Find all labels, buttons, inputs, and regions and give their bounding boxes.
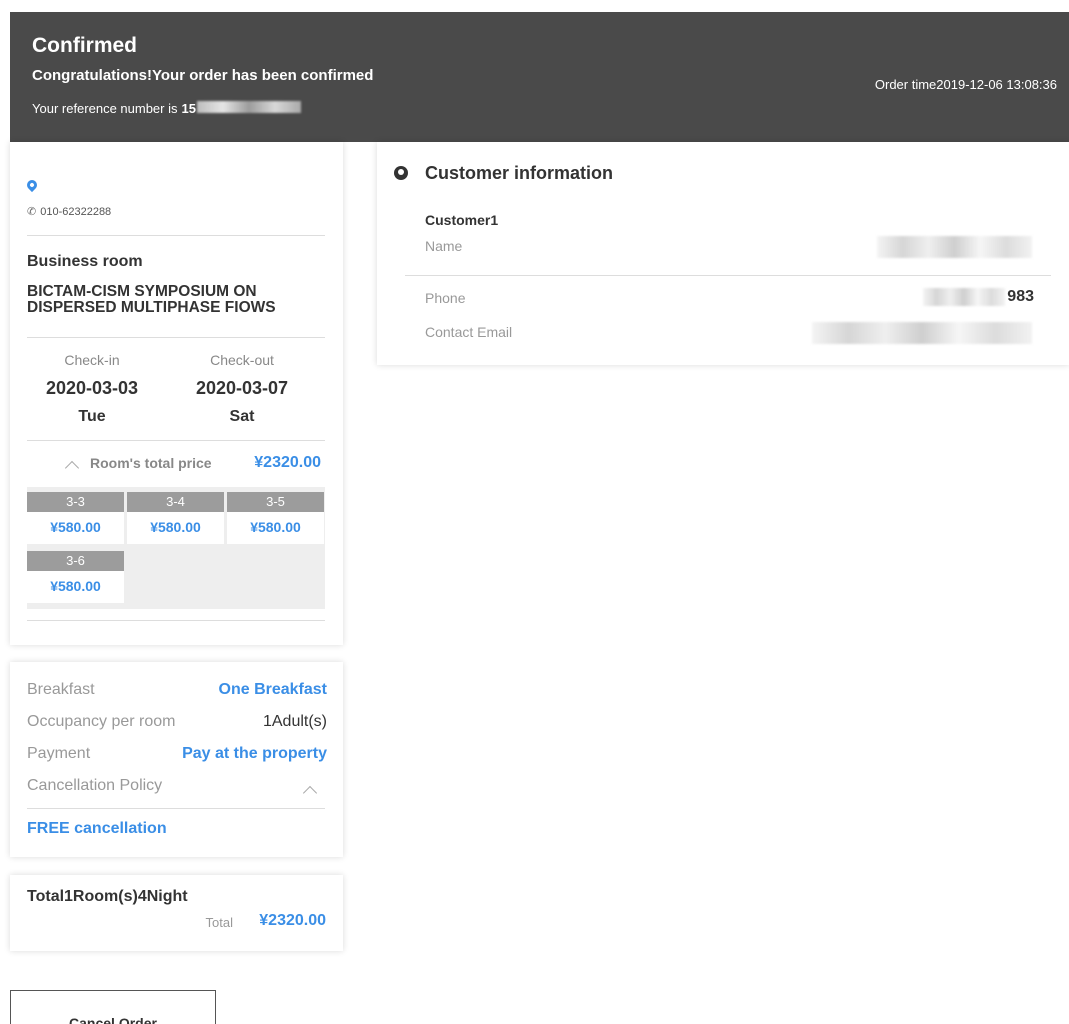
location-pin-icon[interactable] xyxy=(24,177,40,193)
divider xyxy=(27,808,325,809)
reference-number: Your reference number is 15 xyxy=(32,101,301,116)
customer-info-title: Customer information xyxy=(425,163,614,183)
phone-label: Phone xyxy=(425,290,466,306)
payment-row: Payment Pay at the property xyxy=(27,745,327,763)
room-summary-card: ✆ 010-62322288 Business room BICTAM-CISM … xyxy=(10,142,343,645)
email-label: Contact Email xyxy=(425,324,513,340)
order-status-banner: Confirmed Congratulations!Your order has… xyxy=(10,12,1069,142)
night-date: 3-5 xyxy=(227,492,324,512)
cancellation-label: Cancellation Policy xyxy=(27,777,163,794)
phone-suffix: 983 xyxy=(1007,288,1034,305)
phone-icon: ✆ xyxy=(27,206,37,218)
user-icon xyxy=(394,166,408,180)
checkin-label: Check-in xyxy=(64,352,120,368)
night-price-cell: 3-5 ¥580.00 xyxy=(227,492,324,544)
night-price: ¥580.00 xyxy=(50,519,101,535)
customer-name: Customer1 xyxy=(425,212,499,228)
hotel-name: BICTAM-CISM SYMPOSIUM ON DISPERSED MULTI… xyxy=(27,283,276,316)
reference-redacted xyxy=(196,101,301,113)
status-title: Confirmed xyxy=(32,34,137,57)
divider xyxy=(27,235,325,236)
phone-redacted xyxy=(923,288,1005,306)
cancel-order-button[interactable]: Cancel Order xyxy=(10,990,216,1024)
cancellation-row[interactable]: Cancellation Policy xyxy=(27,777,327,795)
name-redacted xyxy=(877,236,1032,258)
divider xyxy=(405,275,1051,276)
checkout-date: 2020-03-07 xyxy=(195,378,289,398)
customer-info-card: Customer information Customer1 Name Phon… xyxy=(377,142,1069,365)
divider xyxy=(27,440,325,441)
breakfast-value: One Breakfast xyxy=(218,681,328,698)
divider xyxy=(27,620,325,621)
reference-label: Your reference number is xyxy=(32,101,178,116)
email-redacted xyxy=(812,322,1032,344)
night-date: 3-4 xyxy=(127,492,224,512)
checkin-day: Tue xyxy=(78,408,106,425)
occupancy-label: Occupancy per room xyxy=(27,713,176,730)
checkout-day: Sat xyxy=(229,408,255,425)
hotel-phone: ✆ 010-62322288 xyxy=(27,205,111,218)
night-date: 3-6 xyxy=(27,551,124,571)
confirmation-message: Congratulations!Your order has been conf… xyxy=(32,67,374,84)
nightly-price-grid: 3-3 ¥580.00 3-4 ¥580.00 3-5 ¥580.00 3-6 … xyxy=(27,487,325,609)
order-time: Order time2019-12-06 13:08:36 xyxy=(874,77,1057,92)
order-total-card: Total1Room(s)4Night Total ¥2320.00 xyxy=(10,875,343,951)
payment-label: Payment xyxy=(27,745,91,762)
occupancy-value: 1Adult(s) xyxy=(262,713,327,730)
night-price: ¥580.00 xyxy=(50,578,101,594)
occupancy-row: Occupancy per room 1Adult(s) xyxy=(27,713,327,731)
checkin-date: 2020-03-03 xyxy=(45,378,139,398)
divider xyxy=(27,337,325,338)
total-value: ¥2320.00 xyxy=(259,912,326,929)
breakfast-row: Breakfast One Breakfast xyxy=(27,681,327,699)
checkout-label: Check-out xyxy=(210,352,274,368)
room-total-price: ¥2320.00 xyxy=(254,454,321,471)
room-total-price-toggle[interactable]: Room's total price xyxy=(90,455,212,471)
night-price-cell: 3-3 ¥580.00 xyxy=(27,492,124,544)
night-price: ¥580.00 xyxy=(150,519,201,535)
night-price-cell: 3-4 ¥580.00 xyxy=(127,492,224,544)
payment-value: Pay at the property xyxy=(182,745,327,762)
policy-card: Breakfast One Breakfast Occupancy per ro… xyxy=(10,662,343,857)
total-label: Total xyxy=(205,915,233,930)
room-type: Business room xyxy=(27,253,143,270)
night-price: ¥580.00 xyxy=(250,519,301,535)
night-date: 3-3 xyxy=(27,492,124,512)
chevron-up-icon[interactable] xyxy=(64,460,80,476)
total-summary-title: Total1Room(s)4Night xyxy=(27,888,188,905)
hotel-phone-number: 010-62322288 xyxy=(40,206,112,218)
cancellation-value: FREE cancellation xyxy=(27,820,167,837)
name-label: Name xyxy=(425,238,463,254)
breakfast-label: Breakfast xyxy=(27,681,95,698)
reference-prefix: 15 xyxy=(181,101,196,116)
night-price-cell: 3-6 ¥580.00 xyxy=(27,551,124,603)
